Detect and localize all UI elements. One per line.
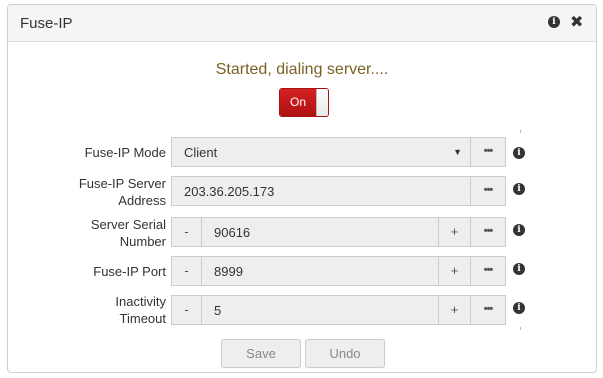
serial-number-stepper: - 90616 + [171,217,471,247]
server-address-more-button[interactable]: ••• [470,176,506,206]
port-stepper: - 8999 + [171,256,471,286]
dialog-header: Fuse-IP i ✖ [8,5,596,42]
port-value[interactable]: 8999 [214,264,243,279]
serial-number-value[interactable]: 90616 [214,225,250,240]
inactivity-stepper: - 5 + [171,295,471,325]
power-toggle[interactable]: On [279,88,329,117]
chevron-down-icon: ▼ [453,147,462,157]
inactivity-label-line2: Timeout [119,311,166,326]
inactivity-info-icon[interactable]: i [513,302,525,314]
port-info-icon[interactable]: i [513,263,525,275]
undo-button[interactable]: Undo [305,339,385,368]
serial-number-decrement-button[interactable]: - [172,218,202,246]
close-icon[interactable]: ✖ [570,14,584,30]
mode-info-icon[interactable]: i [513,147,525,159]
mode-select[interactable]: Client ▼ [171,137,471,167]
server-address-info-icon[interactable]: i [513,183,525,195]
serial-number-label-line1: Server Serial [90,217,166,232]
port-decrement-button[interactable]: - [172,257,202,285]
server-address-value: 203.36.205.173 [184,184,275,199]
info-icon[interactable]: i [548,16,560,28]
toggle-on-label: On [280,89,316,116]
inactivity-more-button[interactable]: ••• [470,295,506,325]
dialog-title: Fuse-IP [20,15,73,32]
server-address-label-line2: Address [118,193,166,208]
inactivity-decrement-button[interactable]: - [172,296,202,324]
serial-number-label: Server Serial Number [8,216,166,250]
mode-more-button[interactable]: ••• [470,137,506,167]
save-button[interactable]: Save [221,339,301,368]
port-label: Fuse-IP Port [93,264,166,279]
inactivity-label: Inactivity Timeout [8,293,166,327]
server-address-field[interactable]: 203.36.205.173 [171,176,471,206]
serial-number-info-icon[interactable]: i [513,224,525,236]
server-address-label-line1: Fuse-IP Server [78,176,166,191]
serial-number-increment-button[interactable]: + [438,218,470,246]
serial-number-label-line2: Number [119,234,166,249]
inactivity-increment-button[interactable]: + [438,296,470,324]
server-address-label: Fuse-IP Server Address [8,175,166,209]
scroll-tick-top [520,130,521,133]
fuse-ip-dialog: Fuse-IP i ✖ Started, dialing server.... … [7,4,597,373]
mode-select-value: Client [184,145,218,160]
scroll-tick-bottom [520,327,521,330]
toggle-knob [316,89,328,116]
serial-number-more-button[interactable]: ••• [470,217,506,247]
status-text: Started, dialing server.... [215,61,389,78]
inactivity-label-line1: Inactivity [115,294,166,309]
port-increment-button[interactable]: + [438,257,470,285]
mode-label: Fuse-IP Mode [84,145,166,160]
inactivity-value[interactable]: 5 [214,303,221,318]
port-more-button[interactable]: ••• [470,256,506,286]
